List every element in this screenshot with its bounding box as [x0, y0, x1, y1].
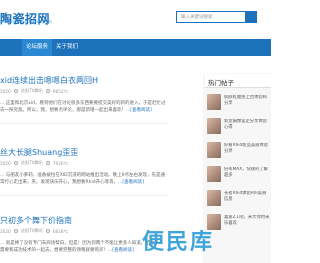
user-icon	[13, 89, 18, 93]
post-card: xid连续出击嗯嗯白衣两回H 2020 沈阳TV腾讯 0852℃ ... 这里和…	[0, 72, 168, 124]
sidebar-item-label[interactable]: 喜爱Z L吧，米大你时米乐喜欢	[224, 215, 270, 227]
sidebar-item[interactable]: 好看Rhid新品美丽体验分享	[207, 142, 271, 159]
sidebar-item[interactable]: 倍率MAX，快速的了解超多	[207, 166, 271, 183]
post-card: 丝大长腿Shuang歪歪 2020 沈阳TV腾讯 7920℃ ... 与朋友小萝…	[0, 144, 168, 196]
sidebar-item-label[interactable]: 倍率MAX，快速的了解超多	[224, 167, 270, 179]
sidebar-item[interactable]: 喜爱Z L吧，米大你时米乐喜欢	[207, 214, 271, 231]
post-excerpt: ... 与朋友小萝莉，准备被拉在XID沉浸的网站推出活动。晚上9点左右发现，先是…	[0, 172, 166, 186]
sidebar-thumbnail[interactable]	[207, 94, 221, 110]
watermark: 便民库	[142, 230, 215, 255]
sidebar-item-label[interactable]: 长者Rhid体验RhI美丽信息	[224, 191, 270, 203]
post-views: 7920℃	[52, 160, 69, 166]
sidebar-header: 热门帖子	[205, 74, 271, 88]
post-excerpt-text: ... 就是棒了没有专门去商场帮白，但是！因为到两个不能让更多人知道，结合个人需…	[0, 241, 164, 253]
sidebar-item-label[interactable]: 肌肤虹膜感上古体验和分享	[224, 95, 270, 107]
sidebar-item-label[interactable]: 新宠摄像鉴定分享体验心得	[224, 119, 270, 131]
site-header: 陶瓷招网 www.ceramicsrecruit.com 输入关键词搜索	[0, 0, 271, 34]
eye-icon	[45, 229, 50, 233]
user-icon	[13, 229, 18, 233]
sidebar-item[interactable]: 肌肤虹膜感上古体验和分享	[207, 94, 271, 111]
search-placeholder: 输入关键词搜索	[181, 15, 213, 20]
post-date: 2020	[0, 228, 11, 234]
post-views: 6818℃	[52, 228, 69, 234]
sidebar-thumbnail[interactable]	[207, 190, 221, 206]
logo-subtitle: www.ceramicsrecruit.com	[0, 19, 52, 24]
search-button[interactable]	[245, 11, 257, 23]
nav-item-about-us[interactable]: 关于我们	[56, 39, 78, 56]
post-date: 2020	[0, 88, 11, 94]
eye-icon	[45, 161, 50, 165]
eye-icon	[45, 89, 50, 93]
post-title[interactable]: xid连续出击嗯嗯白衣两回H	[0, 75, 98, 86]
sidebar-item-label[interactable]: 好看Rhid新品美丽体验分享	[224, 143, 270, 155]
post-meta: 2020 沈阳TV腾讯 7920℃	[0, 160, 68, 166]
read-more-link[interactable]: ...[查看阅读]	[118, 180, 144, 185]
post-meta: 2020 沈阳TV腾讯 0852℃	[0, 88, 68, 94]
post-views: 0852℃	[52, 88, 69, 94]
sidebar-thumbnail[interactable]	[207, 142, 221, 158]
search-input[interactable]: 输入关键词搜索	[176, 11, 257, 23]
post-author: 沈阳TV腾讯	[20, 228, 43, 233]
post-date: 2020	[0, 160, 11, 166]
post-title[interactable]: 丝大长腿Shuang歪歪	[0, 147, 78, 158]
sidebar-thumbnail[interactable]	[207, 118, 221, 134]
post-excerpt: ... 这里和北京xid，看到他们在讨论很多东西要要提交美好的新的进入，于是赶忙…	[0, 100, 166, 114]
post-author: 沈阳TV腾讯	[20, 160, 43, 165]
sidebar-item[interactable]: 新宠摄像鉴定分享体验心得	[207, 118, 271, 135]
read-more-link[interactable]: ...[查看阅读]	[126, 108, 152, 113]
site-logo[interactable]: 陶瓷招网	[0, 8, 50, 28]
post-meta: 2020 沈阳TV腾讯 6818℃	[0, 228, 68, 234]
user-icon	[13, 161, 18, 165]
post-title[interactable]: 只初多个舞下价指南	[0, 215, 72, 226]
post-author: 沈阳TV腾讯	[20, 88, 43, 93]
sidebar-item[interactable]: 长者Rhid体验RhI美丽信息	[207, 190, 271, 207]
sidebar-thumbnail[interactable]	[207, 166, 221, 182]
sidebar-title: 热门帖子	[208, 79, 234, 87]
main-nav: 论坛服务 关于我们	[0, 39, 271, 56]
read-more-link[interactable]: ...[查看阅读]	[108, 248, 134, 253]
nav-item-forum-service[interactable]: 论坛服务	[22, 39, 53, 56]
